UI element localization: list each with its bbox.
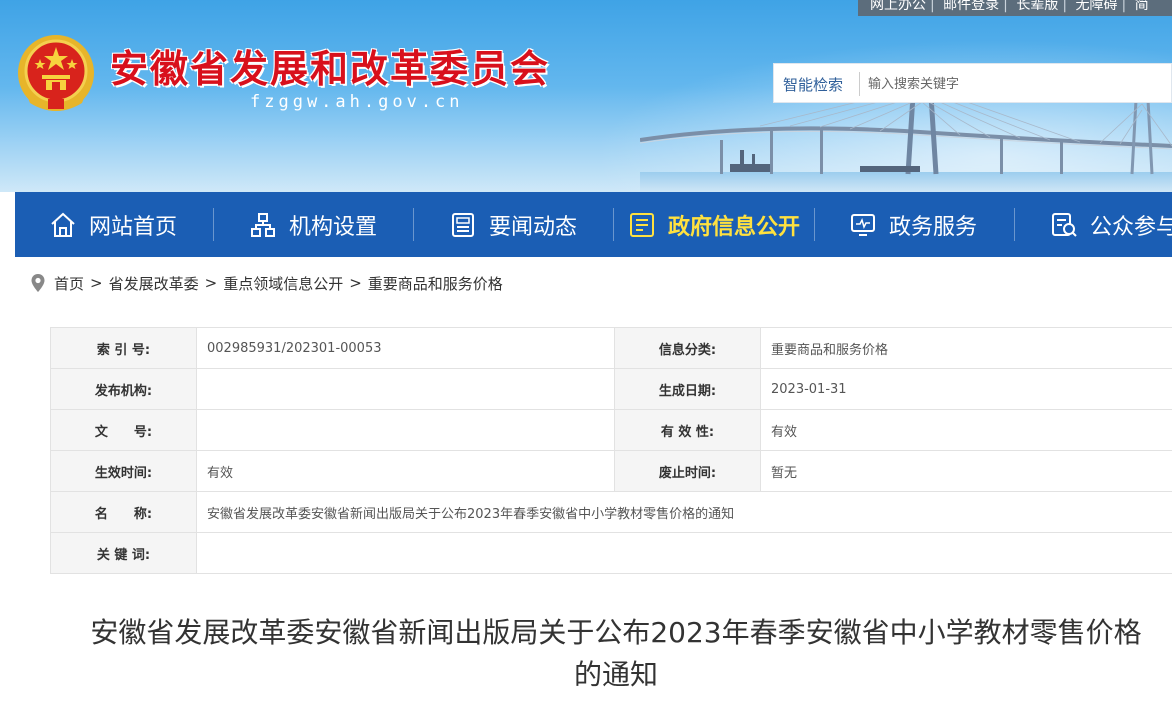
breadcrumb-home[interactable]: 首页 [54, 273, 84, 294]
site-header: 安徽省发展和改革委员会 fzggw.ah.gov.cn 网上办公 | 邮件登录 … [0, 0, 1172, 192]
keywords-label: 关 键 词: [50, 532, 197, 574]
top-link-elder-version[interactable]: 长辈版 [1016, 0, 1058, 13]
nav-label-home: 网站首页 [89, 214, 178, 240]
publisher-value [196, 368, 615, 410]
name-label: 名 称: [50, 491, 197, 533]
date-value: 2023-01-31 [760, 368, 1172, 410]
nav-label-services: 政务服务 [889, 214, 978, 240]
search-input[interactable] [866, 69, 1160, 99]
participation-icon [1052, 212, 1077, 237]
breadcrumb-separator: > [90, 274, 103, 292]
breadcrumb-separator: > [204, 274, 218, 292]
top-link-online-office[interactable]: 网上办公 [870, 0, 926, 13]
search-box: 智能检索 [773, 63, 1172, 103]
index-number-value: 002985931/202301-00053 [196, 327, 615, 369]
category-value: 重要商品和服务价格 [760, 327, 1172, 369]
home-icon [51, 212, 75, 237]
breadcrumb-key-areas[interactable]: 重点领域信息公开 [223, 273, 343, 294]
index-number-label: 索 引 号: [50, 327, 197, 369]
nav-item-services[interactable]: 政务服务 [849, 192, 977, 257]
table-row: 索 引 号: 002985931/202301-00053 信息分类: 重要商品… [50, 327, 1172, 369]
validity-label: 有 效 性: [614, 409, 761, 451]
validity-value: 有效 [760, 409, 1172, 451]
keywords-value [196, 532, 1172, 574]
table-row: 发布机构: 生成日期: 2023-01-31 [50, 368, 1172, 410]
nav-item-organization[interactable]: 机构设置 [249, 192, 377, 257]
info-disclosure-icon [630, 212, 654, 237]
main-nav: 网站首页 机构设置 要闻动态 政府信息公开 政务服务 公众参与 [15, 192, 1172, 257]
expire-date-value: 暂无 [760, 450, 1172, 492]
nav-label-info-disclosure: 政府信息公开 [668, 214, 801, 240]
table-row: 关 键 词: [50, 532, 1172, 574]
top-link-simplified[interactable]: 简 [1135, 0, 1149, 13]
news-icon [452, 212, 474, 237]
expire-date-label: 废止时间: [614, 450, 761, 492]
nav-divider [613, 208, 614, 241]
effective-date-value: 有效 [196, 450, 615, 492]
name-value: 安徽省发展改革委安徽省新闻出版局关于公布2023年春季安徽省中小学教材零售价格的… [196, 491, 1172, 533]
table-row: 生效时间: 有效 废止时间: 暂无 [50, 450, 1172, 492]
breadcrumb-commission[interactable]: 省发展改革委 [109, 273, 199, 294]
breadcrumb-separator: > [349, 274, 362, 292]
nav-label-participation: 公众参与 [1090, 214, 1172, 240]
top-links-bar: 网上办公 | 邮件登录 | 长辈版 | 无障碍 | 简 [858, 0, 1172, 16]
article-title: 安徽省发展改革委安徽省新闻出版局关于公布2023年春季安徽省中小学教材零售价格的… [90, 616, 1142, 691]
site-title[interactable]: 安徽省发展和改革委员会 [110, 38, 550, 93]
breadcrumb-prices[interactable]: 重要商品和服务价格 [368, 273, 503, 294]
nav-item-home[interactable]: 网站首页 [49, 192, 177, 257]
top-link-mail-login[interactable]: 邮件登录 [943, 0, 999, 13]
category-label: 信息分类: [614, 327, 761, 369]
nav-item-info-disclosure[interactable]: 政府信息公开 [628, 192, 800, 257]
nav-divider [413, 208, 414, 241]
nav-divider [1014, 208, 1015, 241]
nav-divider [814, 208, 815, 241]
nav-item-news[interactable]: 要闻动态 [449, 192, 577, 257]
effective-date-label: 生效时间: [50, 450, 197, 492]
table-row: 名 称: 安徽省发展改革委安徽省新闻出版局关于公布2023年春季安徽省中小学教材… [50, 491, 1172, 533]
search-divider [859, 72, 860, 96]
nav-item-participation[interactable]: 公众参与 [1050, 192, 1172, 257]
date-label: 生成日期: [614, 368, 761, 410]
org-chart-icon [251, 212, 275, 237]
doc-number-value [196, 409, 615, 451]
document-info-table: 索 引 号: 002985931/202301-00053 信息分类: 重要商品… [50, 327, 1172, 574]
nav-label-organization: 机构设置 [289, 214, 378, 240]
site-domain: fzggw.ah.gov.cn [250, 92, 464, 112]
table-row: 文 号: 有 效 性: 有效 [50, 409, 1172, 451]
top-link-accessibility[interactable]: 无障碍 [1076, 0, 1118, 13]
location-pin-icon [31, 274, 45, 292]
nav-label-news: 要闻动态 [489, 214, 578, 240]
publisher-label: 发布机构: [50, 368, 197, 410]
national-emblem-icon[interactable] [16, 33, 96, 113]
doc-number-label: 文 号: [50, 409, 197, 451]
monitor-service-icon [851, 213, 875, 236]
breadcrumb: 首页 > 省发展改革委 > 重点领域信息公开 > 重要商品和服务价格 [30, 272, 503, 294]
search-label[interactable]: 智能检索 [783, 74, 843, 95]
nav-divider [213, 208, 214, 241]
